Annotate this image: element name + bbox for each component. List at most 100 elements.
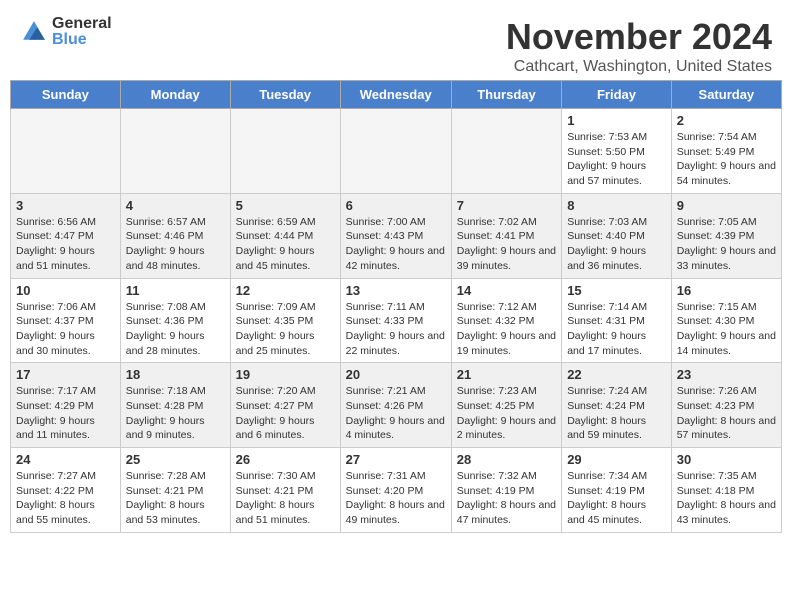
day-number: 19 xyxy=(236,367,335,382)
calendar-cell: 16 Sunrise: 7:15 AM Sunset: 4:30 PM Dayli… xyxy=(671,278,781,363)
calendar-cell: 4 Sunrise: 6:57 AM Sunset: 4:46 PM Daylig… xyxy=(120,193,230,278)
header-row: SundayMondayTuesdayWednesdayThursdayFrid… xyxy=(11,81,782,109)
calendar-cell: 28 Sunrise: 7:32 AM Sunset: 4:19 PM Dayli… xyxy=(451,448,561,533)
calendar-cell: 6Sunrise: 7:00 AM Sunset: 4:43 PM Daylig… xyxy=(340,193,451,278)
day-header-thursday: Thursday xyxy=(451,81,561,109)
calendar-cell: 5 Sunrise: 6:59 AM Sunset: 4:44 PM Daylig… xyxy=(230,193,340,278)
week-row-5: 24 Sunrise: 7:27 AM Sunset: 4:22 PM Dayli… xyxy=(11,448,782,533)
day-number: 12 xyxy=(236,283,335,298)
calendar-cell: 23 Sunrise: 7:26 AM Sunset: 4:23 PM Dayli… xyxy=(671,363,781,448)
logo-blue-text: Blue xyxy=(52,32,112,48)
day-info: Sunrise: 7:53 AM Sunset: 5:50 PM Dayligh… xyxy=(567,130,666,189)
day-info: Sunrise: 7:05 AM Sunset: 4:39 PM Dayligh… xyxy=(677,215,776,274)
day-number: 2 xyxy=(677,113,776,128)
calendar-cell xyxy=(451,109,561,194)
day-info: Sunrise: 7:27 AM Sunset: 4:22 PM Dayligh… xyxy=(16,469,115,528)
day-info: Sunrise: 7:14 AM Sunset: 4:31 PM Dayligh… xyxy=(567,300,666,359)
day-info: Sunrise: 7:03 AM Sunset: 4:40 PM Dayligh… xyxy=(567,215,666,274)
day-number: 21 xyxy=(457,367,556,382)
calendar-cell: 13Sunrise: 7:11 AM Sunset: 4:33 PM Dayli… xyxy=(340,278,451,363)
calendar-cell: 22 Sunrise: 7:24 AM Sunset: 4:24 PM Dayli… xyxy=(562,363,672,448)
day-header-friday: Friday xyxy=(562,81,672,109)
day-info: Sunrise: 7:17 AM Sunset: 4:29 PM Dayligh… xyxy=(16,384,115,443)
calendar-cell: 21 Sunrise: 7:23 AM Sunset: 4:25 PM Dayli… xyxy=(451,363,561,448)
day-number: 30 xyxy=(677,452,776,467)
day-number: 22 xyxy=(567,367,666,382)
day-number: 8 xyxy=(567,198,666,213)
calendar-cell xyxy=(230,109,340,194)
calendar-cell xyxy=(11,109,121,194)
day-info: Sunrise: 7:06 AM Sunset: 4:37 PM Dayligh… xyxy=(16,300,115,359)
day-number: 11 xyxy=(126,283,225,298)
day-info: Sunrise: 6:57 AM Sunset: 4:46 PM Dayligh… xyxy=(126,215,225,274)
day-info: Sunrise: 7:34 AM Sunset: 4:19 PM Dayligh… xyxy=(567,469,666,528)
day-header-saturday: Saturday xyxy=(671,81,781,109)
week-row-2: 3 Sunrise: 6:56 AM Sunset: 4:47 PM Daylig… xyxy=(11,193,782,278)
week-row-3: 10 Sunrise: 7:06 AM Sunset: 4:37 PM Dayli… xyxy=(11,278,782,363)
calendar-cell: 12 Sunrise: 7:09 AM Sunset: 4:35 PM Dayli… xyxy=(230,278,340,363)
day-info: Sunrise: 7:30 AM Sunset: 4:21 PM Dayligh… xyxy=(236,469,335,528)
day-info: Sunrise: 6:56 AM Sunset: 4:47 PM Dayligh… xyxy=(16,215,115,274)
day-number: 27 xyxy=(346,452,446,467)
day-header-sunday: Sunday xyxy=(11,81,121,109)
calendar-cell: 24 Sunrise: 7:27 AM Sunset: 4:22 PM Dayli… xyxy=(11,448,121,533)
day-number: 4 xyxy=(126,198,225,213)
day-header-tuesday: Tuesday xyxy=(230,81,340,109)
calendar-cell xyxy=(120,109,230,194)
logo: General Blue xyxy=(20,16,112,48)
day-info: Sunrise: 7:28 AM Sunset: 4:21 PM Dayligh… xyxy=(126,469,225,528)
day-number: 15 xyxy=(567,283,666,298)
day-number: 10 xyxy=(16,283,115,298)
day-number: 1 xyxy=(567,113,666,128)
calendar-cell: 1 Sunrise: 7:53 AM Sunset: 5:50 PM Daylig… xyxy=(562,109,672,194)
day-number: 14 xyxy=(457,283,556,298)
day-info: Sunrise: 7:24 AM Sunset: 4:24 PM Dayligh… xyxy=(567,384,666,443)
day-info: Sunrise: 7:20 AM Sunset: 4:27 PM Dayligh… xyxy=(236,384,335,443)
calendar-cell: 7 Sunrise: 7:02 AM Sunset: 4:41 PM Daylig… xyxy=(451,193,561,278)
location-text: Cathcart, Washington, United States xyxy=(506,58,772,76)
day-number: 24 xyxy=(16,452,115,467)
week-row-4: 17 Sunrise: 7:17 AM Sunset: 4:29 PM Dayli… xyxy=(11,363,782,448)
day-info: Sunrise: 7:26 AM Sunset: 4:23 PM Dayligh… xyxy=(677,384,776,443)
day-number: 9 xyxy=(677,198,776,213)
day-info: Sunrise: 7:18 AM Sunset: 4:28 PM Dayligh… xyxy=(126,384,225,443)
day-info: Sunrise: 7:32 AM Sunset: 4:19 PM Dayligh… xyxy=(457,469,556,528)
day-info: Sunrise: 7:54 AM Sunset: 5:49 PM Dayligh… xyxy=(677,130,776,189)
day-number: 26 xyxy=(236,452,335,467)
calendar-cell: 2 Sunrise: 7:54 AM Sunset: 5:49 PM Daylig… xyxy=(671,109,781,194)
calendar-body: 1 Sunrise: 7:53 AM Sunset: 5:50 PM Daylig… xyxy=(11,109,782,533)
day-number: 7 xyxy=(457,198,556,213)
calendar-cell: 10 Sunrise: 7:06 AM Sunset: 4:37 PM Dayli… xyxy=(11,278,121,363)
calendar-cell: 15 Sunrise: 7:14 AM Sunset: 4:31 PM Dayli… xyxy=(562,278,672,363)
day-number: 3 xyxy=(16,198,115,213)
calendar-cell: 25Sunrise: 7:28 AM Sunset: 4:21 PM Dayli… xyxy=(120,448,230,533)
day-number: 28 xyxy=(457,452,556,467)
day-number: 17 xyxy=(16,367,115,382)
day-header-monday: Monday xyxy=(120,81,230,109)
title-block: November 2024 Cathcart, Washington, Unit… xyxy=(506,16,772,76)
calendar-cell: 8 Sunrise: 7:03 AM Sunset: 4:40 PM Daylig… xyxy=(562,193,672,278)
day-info: Sunrise: 7:12 AM Sunset: 4:32 PM Dayligh… xyxy=(457,300,556,359)
calendar-cell: 27 Sunrise: 7:31 AM Sunset: 4:20 PM Dayli… xyxy=(340,448,451,533)
day-info: Sunrise: 7:15 AM Sunset: 4:30 PM Dayligh… xyxy=(677,300,776,359)
calendar-cell: 11Sunrise: 7:08 AM Sunset: 4:36 PM Dayli… xyxy=(120,278,230,363)
day-number: 18 xyxy=(126,367,225,382)
calendar-cell: 29 Sunrise: 7:34 AM Sunset: 4:19 PM Dayli… xyxy=(562,448,672,533)
day-info: Sunrise: 7:31 AM Sunset: 4:20 PM Dayligh… xyxy=(346,469,446,528)
day-info: Sunrise: 7:09 AM Sunset: 4:35 PM Dayligh… xyxy=(236,300,335,359)
day-number: 16 xyxy=(677,283,776,298)
logo-icon xyxy=(20,18,48,46)
day-number: 5 xyxy=(236,198,335,213)
calendar-cell: 30 Sunrise: 7:35 AM Sunset: 4:18 PM Dayli… xyxy=(671,448,781,533)
day-number: 23 xyxy=(677,367,776,382)
day-info: Sunrise: 7:00 AM Sunset: 4:43 PM Dayligh… xyxy=(346,215,446,274)
day-number: 20 xyxy=(346,367,446,382)
calendar-cell: 17 Sunrise: 7:17 AM Sunset: 4:29 PM Dayli… xyxy=(11,363,121,448)
day-info: Sunrise: 7:23 AM Sunset: 4:25 PM Dayligh… xyxy=(457,384,556,443)
day-info: Sunrise: 7:02 AM Sunset: 4:41 PM Dayligh… xyxy=(457,215,556,274)
day-info: Sunrise: 6:59 AM Sunset: 4:44 PM Dayligh… xyxy=(236,215,335,274)
calendar-cell xyxy=(340,109,451,194)
logo-text: General Blue xyxy=(52,16,112,48)
day-number: 29 xyxy=(567,452,666,467)
day-info: Sunrise: 7:35 AM Sunset: 4:18 PM Dayligh… xyxy=(677,469,776,528)
